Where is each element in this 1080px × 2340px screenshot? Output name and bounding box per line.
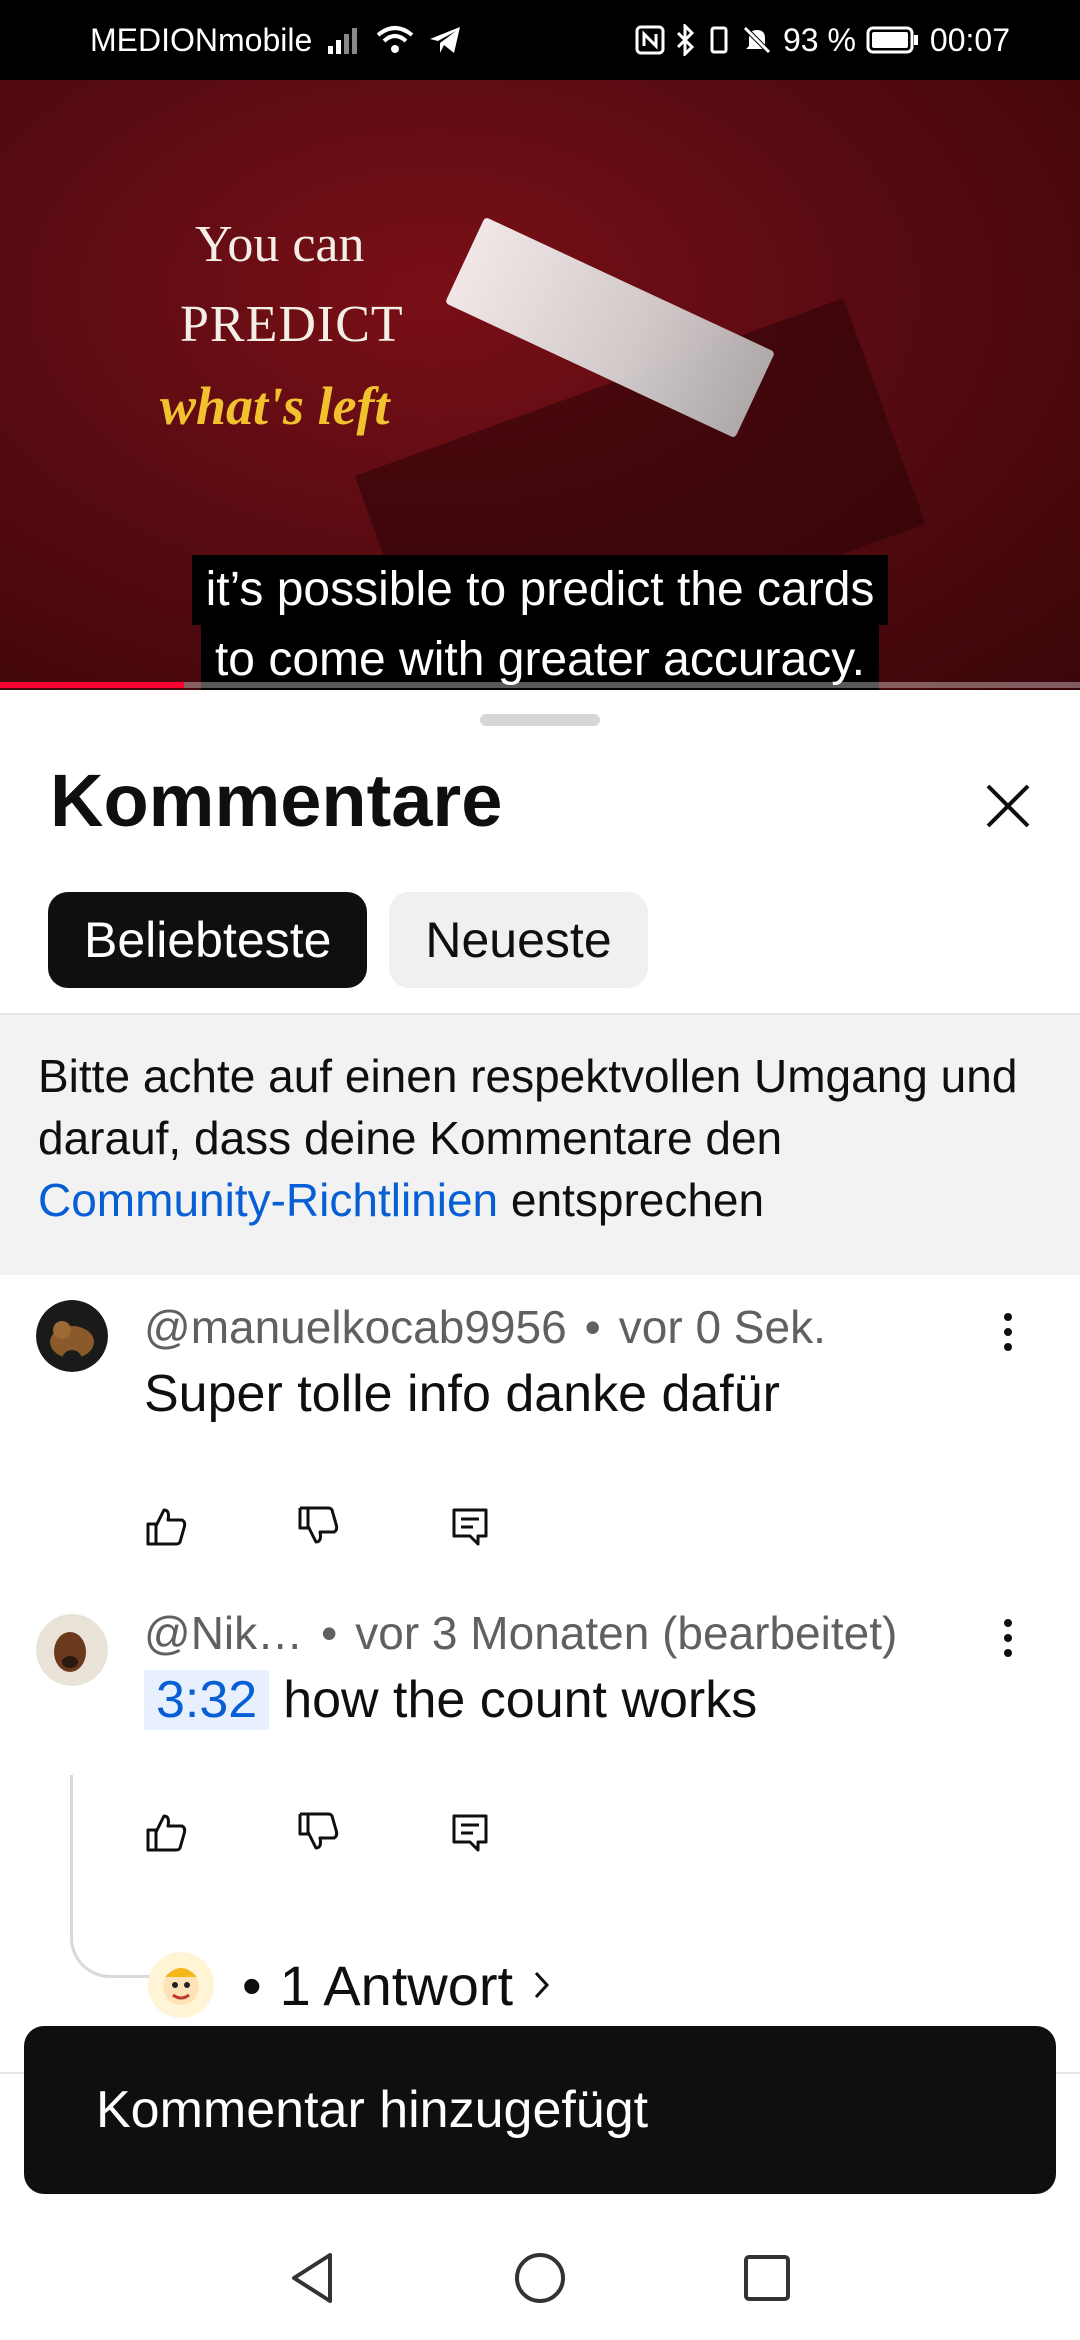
video-captions: it’s possible to predict the cards to co… — [0, 555, 1080, 690]
comment-item: @manuelkocab9956 • vor 0 Sek. Super tolle … — [0, 1300, 1080, 1600]
comment-header: @Nik… • vor 3 Monaten (bearbeitet) — [144, 1607, 898, 1659]
avatar[interactable] — [36, 1614, 108, 1686]
video-progress-fill — [0, 682, 184, 688]
comment-more-button[interactable] — [986, 1302, 1030, 1362]
comment-more-button[interactable] — [986, 1608, 1030, 1668]
snackbar-toast: Kommentar hinzugefügt — [24, 2026, 1056, 2194]
wifi-icon — [376, 25, 414, 55]
signal-icon — [326, 26, 362, 54]
like-button[interactable] — [144, 1496, 296, 1556]
chip-top-comments[interactable]: Beliebteste — [48, 892, 368, 988]
dislike-button[interactable] — [296, 1802, 448, 1862]
reply-avatar — [148, 1952, 214, 2018]
back-button[interactable] — [288, 2251, 338, 2310]
dislike-button[interactable] — [296, 1496, 448, 1556]
close-button[interactable] — [968, 766, 1048, 846]
sheet-title: Kommentare — [50, 759, 503, 842]
system-nav-bar — [0, 2220, 1080, 2340]
video-overlay-text-3: what's left — [160, 376, 390, 436]
battery-percent: 93 % — [782, 21, 856, 58]
telegram-icon — [428, 25, 462, 55]
community-notice: Bitte achte auf einen respektvollen Umga… — [0, 1015, 1080, 1275]
community-guidelines-link[interactable]: Community-Richtlinien — [38, 1174, 498, 1226]
thumbs-down-icon — [298, 1506, 339, 1544]
home-button[interactable] — [513, 2251, 567, 2310]
comment-body: how the count works — [283, 1671, 758, 1729]
sheet-drag-handle[interactable] — [480, 714, 600, 726]
chip-newest[interactable]: Neueste — [389, 892, 648, 988]
caption-line-1: it’s possible to predict the cards — [191, 555, 889, 625]
video-player[interactable]: You can PREDICT what's left it’s possibl… — [0, 80, 1080, 690]
comment-time: vor 0 Sek. — [618, 1301, 826, 1353]
video-overlay-text-2: PREDICT — [180, 296, 404, 353]
like-button[interactable] — [144, 1802, 296, 1862]
bluetooth-icon — [675, 24, 697, 56]
carrier-label: MEDIONmobile — [90, 21, 313, 58]
reply-thread-line — [70, 1775, 153, 1978]
notice-text: Bitte achte auf einen respektvollen Umga… — [38, 1050, 1018, 1164]
thumbs-down-icon — [298, 1812, 339, 1850]
comment-time: vor 3 Monaten (bearbeitet) — [355, 1607, 898, 1659]
comment-author[interactable]: @Nik… — [144, 1607, 303, 1659]
video-timestamp-link[interactable]: 3:32 — [144, 1670, 270, 1730]
recents-button[interactable] — [742, 2253, 792, 2308]
toast-text: Kommentar hinzugefügt — [96, 2081, 649, 2139]
reply-button[interactable] — [448, 1802, 600, 1862]
video-overlay-text-1: You can — [195, 216, 365, 273]
comment-actions — [144, 1496, 600, 1556]
chevron-right-icon — [534, 1971, 550, 1999]
thumbs-up-icon — [146, 1508, 187, 1546]
home-circle-icon — [515, 2252, 565, 2303]
reply-button[interactable] — [448, 1496, 600, 1556]
comment-actions — [144, 1802, 600, 1862]
back-triangle-icon — [292, 2252, 332, 2303]
notice-text-end: entsprechen — [498, 1174, 765, 1226]
avatar[interactable] — [36, 1300, 108, 1372]
caption-line-2: to come with greater accuracy. — [200, 625, 880, 690]
comment-text: Super tolle info danke dafür — [144, 1365, 780, 1423]
recents-square-icon — [744, 2254, 790, 2301]
video-progress-bar[interactable] — [0, 682, 1080, 688]
reply-dot: • — [242, 1953, 262, 2017]
battery-icon — [866, 26, 920, 54]
comments-sheet: Kommentare Beliebteste Neueste Bitte ach… — [0, 690, 1080, 2220]
reply-count: 1 Antwort — [279, 1953, 514, 2017]
reply-icon — [452, 1814, 488, 1852]
mute-bell-icon — [741, 24, 773, 56]
clock: 00:07 — [929, 21, 1010, 58]
status-bar: MEDIONmobile 93 % 00:07 — [0, 0, 1080, 80]
sort-chips: Beliebteste Neueste — [48, 892, 648, 988]
comment-item: @Nik… • vor 3 Monaten (bearbeitet) 3:32 how… — [0, 1606, 1080, 1926]
nfc-icon — [635, 25, 665, 55]
reply-icon — [452, 1508, 488, 1546]
comment-text: 3:32 how the count works — [144, 1670, 757, 1730]
view-replies-button[interactable]: • 1 Antwort — [148, 1952, 553, 2018]
comment-author[interactable]: @manuelkocab9956 — [144, 1301, 567, 1353]
close-icon — [986, 784, 1030, 828]
vibrate-icon — [707, 24, 731, 56]
comment-header: @manuelkocab9956 • vor 0 Sek. — [144, 1301, 826, 1353]
